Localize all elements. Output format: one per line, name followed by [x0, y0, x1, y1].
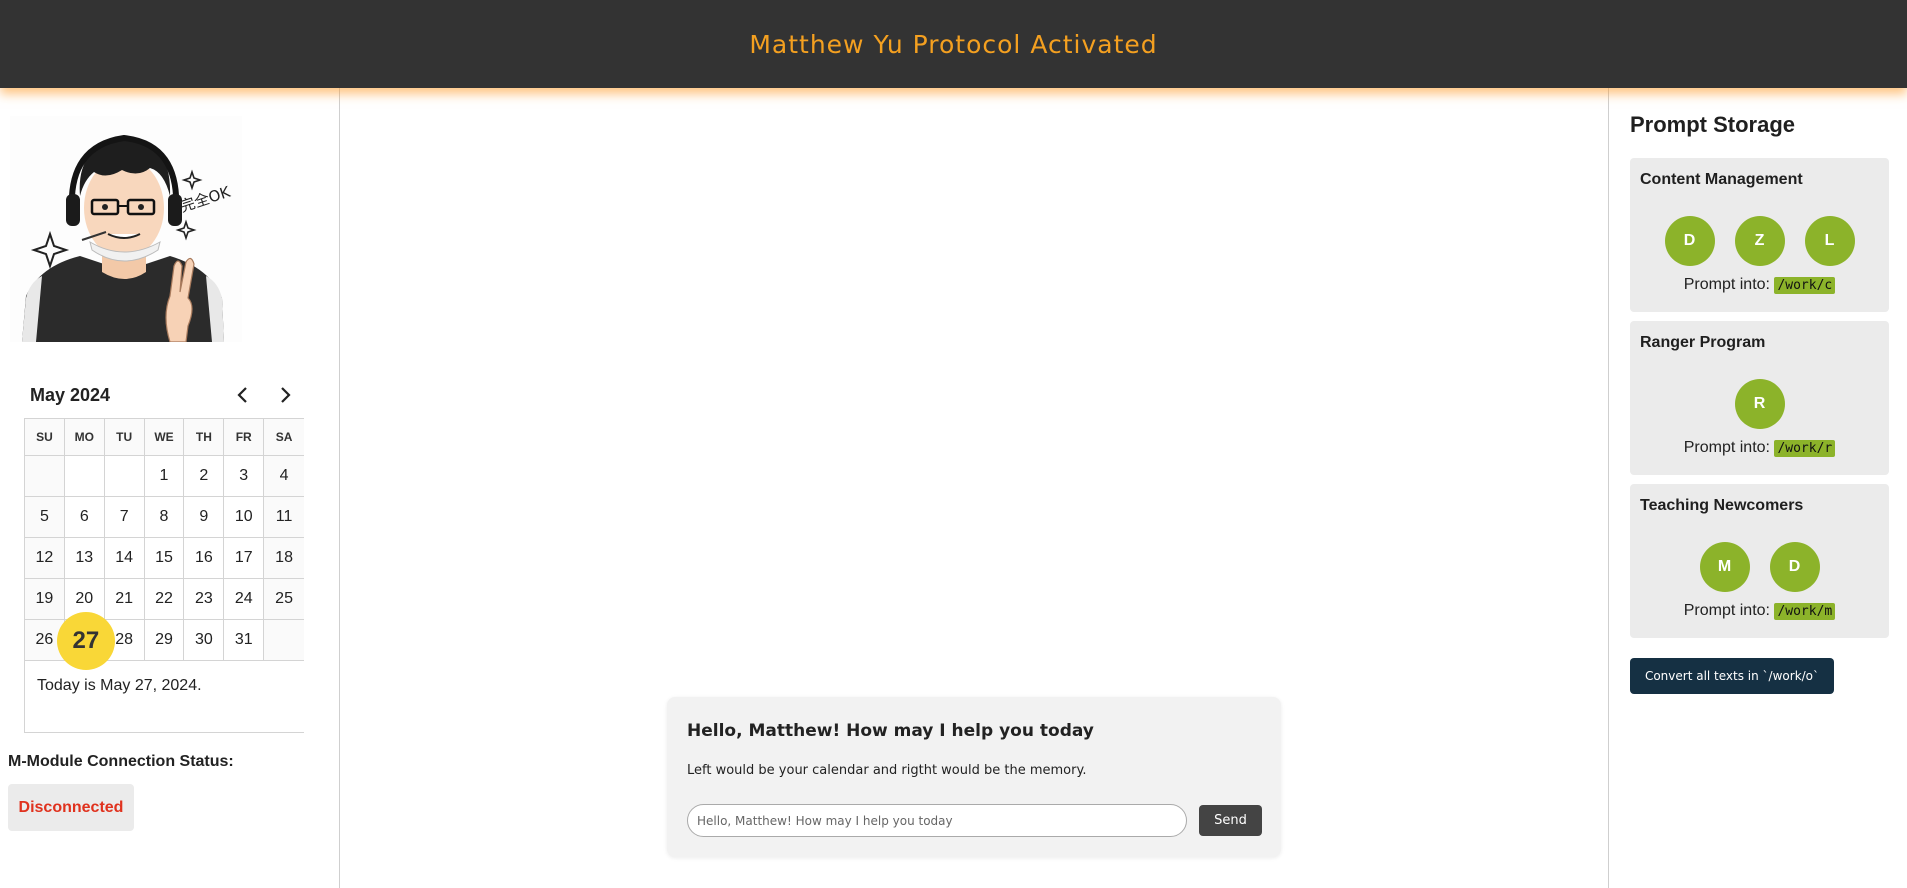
member-list: R — [1630, 379, 1889, 429]
send-button[interactable]: Send — [1199, 805, 1262, 836]
member-avatar[interactable]: D — [1769, 542, 1820, 592]
chat-box: Hello, Matthew! How may I help you today… — [667, 697, 1281, 857]
calendar-week-row: 1 2 3 4 — [25, 456, 304, 497]
prompt-label: Prompt into: — [1683, 439, 1770, 456]
calendar-today-text: Today is May 27, 2024. — [25, 661, 304, 733]
connection-status-label: M-Module Connection Status: — [8, 753, 234, 770]
calendar-day[interactable]: 14 — [104, 538, 145, 579]
member-list: M D — [1630, 542, 1889, 592]
calendar-next-button[interactable] — [272, 382, 298, 408]
weekday-label: TU — [104, 418, 145, 456]
calendar-week-row: 26 27 28 29 30 31 — [25, 612, 304, 670]
calendar-month-label: May 2024 — [30, 384, 111, 405]
weekday-label: FR — [224, 418, 265, 456]
prompt-group-teaching-newcomers: Teaching Newcomers M D Prompt into: /wor… — [1630, 484, 1889, 638]
avatar-illustration: 完全OK — [10, 116, 242, 343]
prompt-group-title: Content Management — [1640, 171, 1803, 188]
connection-status-badge: Disconnected — [8, 784, 134, 831]
app-title: Matthew Yu Protocol Activated — [749, 29, 1158, 59]
calendar-weekday-row: SU MO TU WE TH FR SA — [25, 418, 304, 456]
calendar-day[interactable]: 21 — [104, 579, 145, 620]
today-highlight: 27 — [56, 612, 115, 670]
calendar-day[interactable]: 5 — [25, 497, 65, 538]
prompt-path: /work/c — [1774, 277, 1836, 294]
prompt-storage-title: Prompt Storage — [1630, 112, 1796, 137]
calendar-day[interactable]: 7 — [104, 497, 145, 538]
convert-texts-button[interactable]: Convert all texts in `/work/o` — [1630, 658, 1834, 694]
calendar-day[interactable]: 1 — [144, 456, 185, 497]
calendar-day[interactable]: 6 — [64, 497, 105, 538]
left-panel: 完全OK May 2024 SU MO TU WE TH FR SA 1 2 3… — [0, 88, 340, 888]
chat-input[interactable] — [687, 804, 1187, 837]
prompt-storage-panel: Prompt Storage Content Management D Z L … — [1608, 88, 1907, 888]
calendar: May 2024 SU MO TU WE TH FR SA 1 2 3 4 5 … — [24, 378, 304, 733]
calendar-day — [64, 456, 105, 497]
avatar-caption: 完全OK — [178, 182, 234, 215]
prompt-label: Prompt into: — [1683, 602, 1770, 619]
calendar-day[interactable]: 8 — [144, 497, 185, 538]
calendar-day[interactable]: 29 — [144, 620, 185, 661]
calendar-day[interactable]: 31 — [224, 620, 265, 661]
prompt-label: Prompt into: — [1683, 276, 1770, 293]
member-avatar[interactable]: D — [1664, 216, 1715, 266]
calendar-day[interactable]: 24 — [224, 579, 265, 620]
member-avatar[interactable]: L — [1804, 216, 1855, 266]
prompt-target: Prompt into: /work/m — [1630, 602, 1889, 620]
calendar-day[interactable]: 17 — [224, 538, 265, 579]
calendar-day[interactable]: 19 — [25, 579, 65, 620]
calendar-prev-button[interactable] — [230, 382, 256, 408]
member-avatar[interactable]: R — [1734, 379, 1785, 429]
calendar-day — [264, 620, 304, 661]
calendar-day — [104, 456, 145, 497]
avatar-drawing: 完全OK — [22, 134, 234, 343]
calendar-week-row: 19 20 21 22 23 24 25 — [25, 579, 304, 620]
member-list: D Z L — [1630, 216, 1889, 266]
chevron-right-icon — [281, 387, 291, 403]
calendar-day[interactable]: 4 — [264, 456, 304, 497]
prompt-path: /work/m — [1774, 603, 1836, 620]
calendar-day[interactable]: 10 — [224, 497, 265, 538]
calendar-day[interactable]: 18 — [264, 538, 304, 579]
calendar-day[interactable]: 30 — [184, 620, 225, 661]
calendar-day — [25, 456, 65, 497]
calendar-grid: SU MO TU WE TH FR SA 1 2 3 4 5 6 7 8 9 1… — [24, 418, 304, 733]
calendar-day[interactable]: 25 — [264, 579, 304, 620]
prompt-group-title: Teaching Newcomers — [1640, 497, 1804, 514]
member-avatar[interactable]: M — [1699, 542, 1750, 592]
prompt-group-title: Ranger Program — [1640, 334, 1766, 351]
prompt-target: Prompt into: /work/r — [1630, 439, 1889, 457]
chat-description: Left would be your calendar and rigtht w… — [687, 763, 1087, 778]
calendar-day[interactable]: 22 — [144, 579, 185, 620]
chevron-left-icon — [237, 387, 247, 403]
calendar-day[interactable]: 23 — [184, 579, 225, 620]
calendar-day[interactable]: 15 — [144, 538, 185, 579]
weekday-label: SA — [264, 418, 304, 456]
calendar-day[interactable]: 2 — [184, 456, 225, 497]
weekday-label: SU — [25, 418, 65, 456]
top-bar: Matthew Yu Protocol Activated — [0, 0, 1907, 88]
weekday-label: TH — [184, 418, 225, 456]
calendar-day[interactable]: 3 — [224, 456, 265, 497]
chat-greeting: Hello, Matthew! How may I help you today — [687, 721, 1094, 741]
calendar-day[interactable]: 11 — [264, 497, 304, 538]
prompt-group-ranger-program: Ranger Program R Prompt into: /work/r — [1630, 321, 1889, 475]
calendar-day[interactable]: 9 — [184, 497, 225, 538]
calendar-day[interactable]: 16 — [184, 538, 225, 579]
calendar-day[interactable]: 12 — [25, 538, 65, 579]
member-avatar[interactable]: Z — [1734, 216, 1785, 266]
main-content: Hello, Matthew! How may I help you today… — [341, 88, 1608, 888]
prompt-group-content-management: Content Management D Z L Prompt into: /w… — [1630, 158, 1889, 312]
calendar-week-row: 12 13 14 15 16 17 18 — [25, 538, 304, 579]
calendar-day-today[interactable]: 27 — [56, 612, 115, 670]
prompt-target: Prompt into: /work/c — [1630, 276, 1889, 294]
weekday-label: MO — [64, 418, 105, 456]
calendar-week-row: 5 6 7 8 9 10 11 — [25, 497, 304, 538]
calendar-day[interactable]: 13 — [64, 538, 105, 579]
calendar-header: May 2024 — [24, 378, 304, 412]
weekday-label: WE — [144, 418, 185, 456]
prompt-path: /work/r — [1774, 440, 1836, 457]
